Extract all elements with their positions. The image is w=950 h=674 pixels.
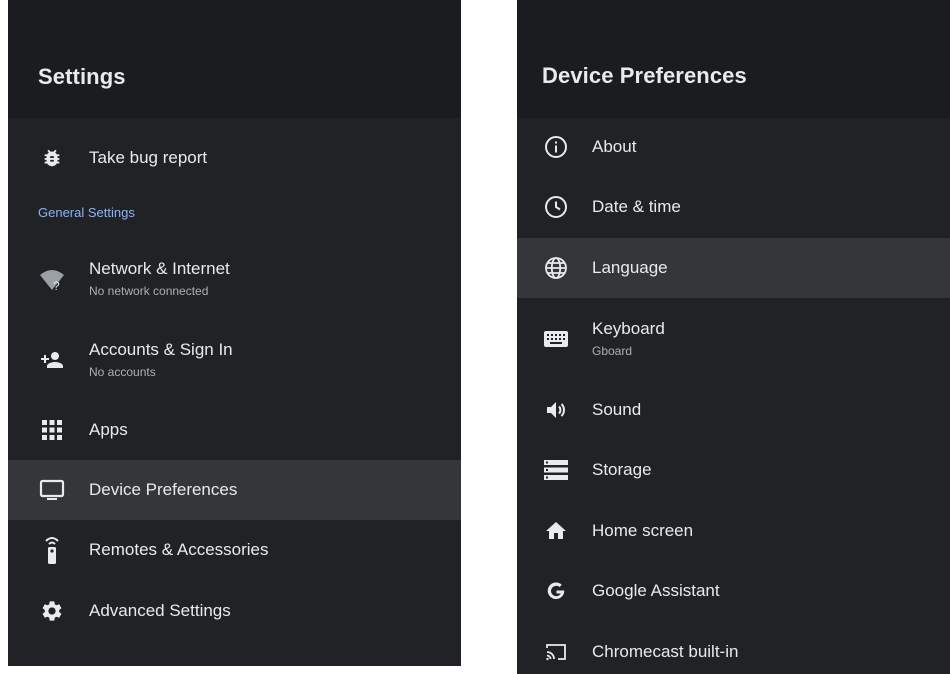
- sidebar-item-device-preferences[interactable]: Device Preferences: [8, 460, 461, 520]
- sidebar-item-advanced[interactable]: Advanced Settings: [8, 581, 461, 641]
- menu-item-home-screen[interactable]: Home screen: [517, 501, 950, 561]
- menu-item-date-time[interactable]: Date & time: [517, 177, 950, 237]
- menu-item-google-assistant[interactable]: Google Assistant: [517, 561, 950, 621]
- home-screen-label: Home screen: [592, 521, 694, 540]
- clock-icon: [542, 193, 570, 221]
- chromecast-label: Chromecast built-in: [592, 642, 739, 661]
- menu-item-keyboard[interactable]: Keyboard Gboard: [517, 309, 950, 369]
- svg-text:?: ?: [53, 279, 60, 292]
- speaker-icon: [542, 396, 570, 424]
- settings-panel: Settings Take bug report General Setting…: [8, 0, 461, 666]
- settings-header: Settings: [8, 0, 461, 118]
- date-time-label: Date & time: [592, 197, 681, 216]
- sidebar-item-remotes[interactable]: Remotes & Accessories: [8, 520, 461, 580]
- menu-item-chromecast[interactable]: Chromecast built-in: [517, 622, 950, 674]
- sidebar-item-accounts[interactable]: Accounts & Sign In No accounts: [8, 330, 461, 390]
- gear-icon: [38, 597, 66, 625]
- bug-icon: [38, 144, 66, 172]
- network-label: Network & Internet: [89, 259, 230, 278]
- about-label: About: [592, 137, 637, 156]
- storage-icon: [542, 456, 570, 484]
- remote-icon: [38, 536, 66, 564]
- menu-item-language[interactable]: Language: [517, 238, 950, 298]
- sound-label: Sound: [592, 400, 642, 419]
- device-preferences-header: Device Preferences: [517, 0, 950, 118]
- google-assistant-label: Google Assistant: [592, 581, 720, 600]
- tv-icon: [38, 476, 66, 504]
- keyboard-value: Gboard: [592, 344, 633, 358]
- storage-label: Storage: [592, 460, 652, 479]
- accounts-status: No accounts: [89, 365, 156, 379]
- remotes-label: Remotes & Accessories: [89, 540, 269, 559]
- network-status: No network connected: [89, 284, 209, 298]
- device-preferences-panel: Device Preferences About Date & time Lan…: [517, 0, 950, 674]
- info-icon: [542, 133, 570, 161]
- wifi-off-icon: ?: [38, 265, 66, 293]
- keyboard-label: Keyboard: [592, 319, 665, 338]
- sidebar-item-apps[interactable]: Apps: [8, 400, 461, 460]
- apps-label: Apps: [89, 420, 128, 439]
- bug-report-label: Take bug report: [89, 148, 208, 167]
- menu-item-about[interactable]: About: [517, 117, 950, 177]
- menu-item-sound[interactable]: Sound: [517, 380, 950, 440]
- home-icon: [542, 517, 570, 545]
- general-settings-header: General Settings: [38, 205, 135, 220]
- advanced-label: Advanced Settings: [89, 601, 231, 620]
- add-person-icon: [38, 346, 66, 374]
- sidebar-item-network[interactable]: ? Network & Internet No network connecte…: [8, 249, 461, 309]
- language-label: Language: [592, 258, 668, 277]
- cast-icon: [542, 638, 570, 666]
- globe-icon: [542, 254, 570, 282]
- page-title: Device Preferences: [542, 63, 747, 88]
- accounts-label: Accounts & Sign In: [89, 340, 233, 359]
- page-title: Settings: [38, 64, 126, 89]
- google-icon: [542, 577, 570, 605]
- take-bug-report-item[interactable]: Take bug report: [8, 128, 461, 188]
- apps-grid-icon: [38, 416, 66, 444]
- device-preferences-label: Device Preferences: [89, 480, 238, 499]
- keyboard-icon: [542, 325, 570, 353]
- menu-item-storage[interactable]: Storage: [517, 440, 950, 500]
